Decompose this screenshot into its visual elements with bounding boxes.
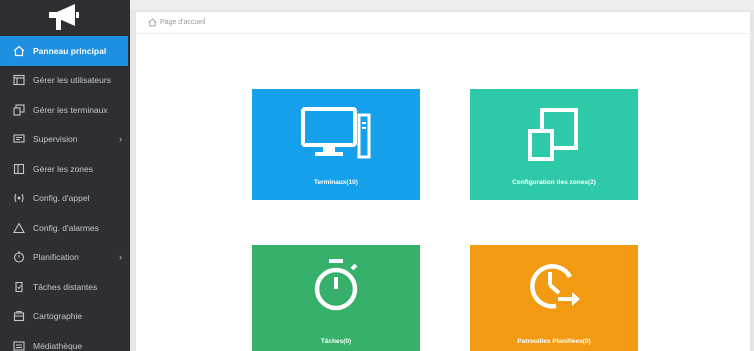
- tile-terminaux[interactable]: Terminaux(10): [252, 89, 420, 200]
- call-icon: [12, 191, 26, 205]
- chevron-right-icon: ›: [119, 252, 122, 263]
- main-content: Page d'accueil Terminaux(10) Configurati…: [136, 12, 750, 351]
- home-outline-icon: [148, 18, 157, 27]
- zones-squares-icon: [524, 107, 584, 165]
- logo: [0, 0, 130, 36]
- megaphone-logo-icon: [49, 4, 79, 30]
- sidebar-item-label: Planification: [33, 252, 79, 263]
- sidebar-item-label: Tâches distantes: [33, 281, 98, 292]
- monitor-icon: [12, 132, 26, 146]
- home-icon: [12, 44, 26, 58]
- sidebar-item-label: Gérer les zones: [33, 163, 93, 174]
- sidebar-item-label: Gérer les utilisateurs: [33, 75, 111, 86]
- sidebar-item-taches-distantes[interactable]: Tâches distantes: [0, 272, 130, 302]
- tile-label: Patrouilles Planifiées(0): [517, 338, 591, 345]
- desktop-computer-icon: [301, 107, 371, 165]
- sidebar-item-cartographie[interactable]: Cartographie: [0, 302, 130, 332]
- tile-patrouilles-planifiees[interactable]: Patrouilles Planifiées(0): [470, 245, 638, 351]
- map-icon: [12, 309, 26, 323]
- tasks-icon: [12, 280, 26, 294]
- stopwatch-icon: [311, 257, 361, 315]
- media-icon: [12, 339, 26, 351]
- tile-configuration-zones[interactable]: Configuration des zones(2): [470, 89, 638, 200]
- scheduled-clock-icon: [526, 257, 582, 315]
- sidebar-item-label: Config. d'alarmes: [33, 222, 99, 233]
- sidebar: Panneau principal Gérer les utilisateurs…: [0, 0, 130, 351]
- clock-icon: [12, 250, 26, 264]
- top-bar: [130, 0, 754, 10]
- tile-label: Terminaux(10): [314, 179, 358, 186]
- sidebar-item-panneau-principal[interactable]: Panneau principal: [0, 36, 128, 66]
- sidebar-item-config-appel[interactable]: Config. d'appel: [0, 184, 130, 214]
- users-icon: [12, 73, 26, 87]
- sidebar-item-label: Panneau principal: [33, 45, 107, 56]
- sidebar-item-gerer-zones[interactable]: Gérer les zones: [0, 154, 130, 184]
- sidebar-item-gerer-terminaux[interactable]: Gérer les terminaux: [0, 95, 130, 125]
- chevron-right-icon: ›: [119, 134, 122, 145]
- sidebar-item-mediatheque[interactable]: Médiathèque: [0, 331, 130, 351]
- sidebar-item-planification[interactable]: Planification ›: [0, 243, 130, 273]
- breadcrumb-label[interactable]: Page d'accueil: [160, 19, 205, 26]
- alarm-icon: [12, 221, 26, 235]
- zones-icon: [12, 162, 26, 176]
- tile-label: Tâches(0): [320, 338, 352, 345]
- sidebar-item-label: Médiathèque: [33, 340, 83, 351]
- sidebar-item-gerer-utilisateurs[interactable]: Gérer les utilisateurs: [0, 66, 130, 96]
- sidebar-item-supervision[interactable]: Supervision ›: [0, 125, 130, 155]
- breadcrumb: Page d'accueil: [136, 12, 750, 34]
- sidebar-item-config-alarmes[interactable]: Config. d'alarmes: [0, 213, 130, 243]
- sidebar-item-label: Gérer les terminaux: [33, 104, 108, 115]
- tile-label: Configuration des zones(2): [512, 179, 596, 186]
- sidebar-item-label: Supervision: [33, 134, 78, 145]
- terminals-icon: [12, 103, 26, 117]
- sidebar-item-label: Cartographie: [33, 311, 83, 322]
- sidebar-item-label: Config. d'appel: [33, 193, 90, 204]
- tile-taches[interactable]: Tâches(0): [252, 245, 420, 351]
